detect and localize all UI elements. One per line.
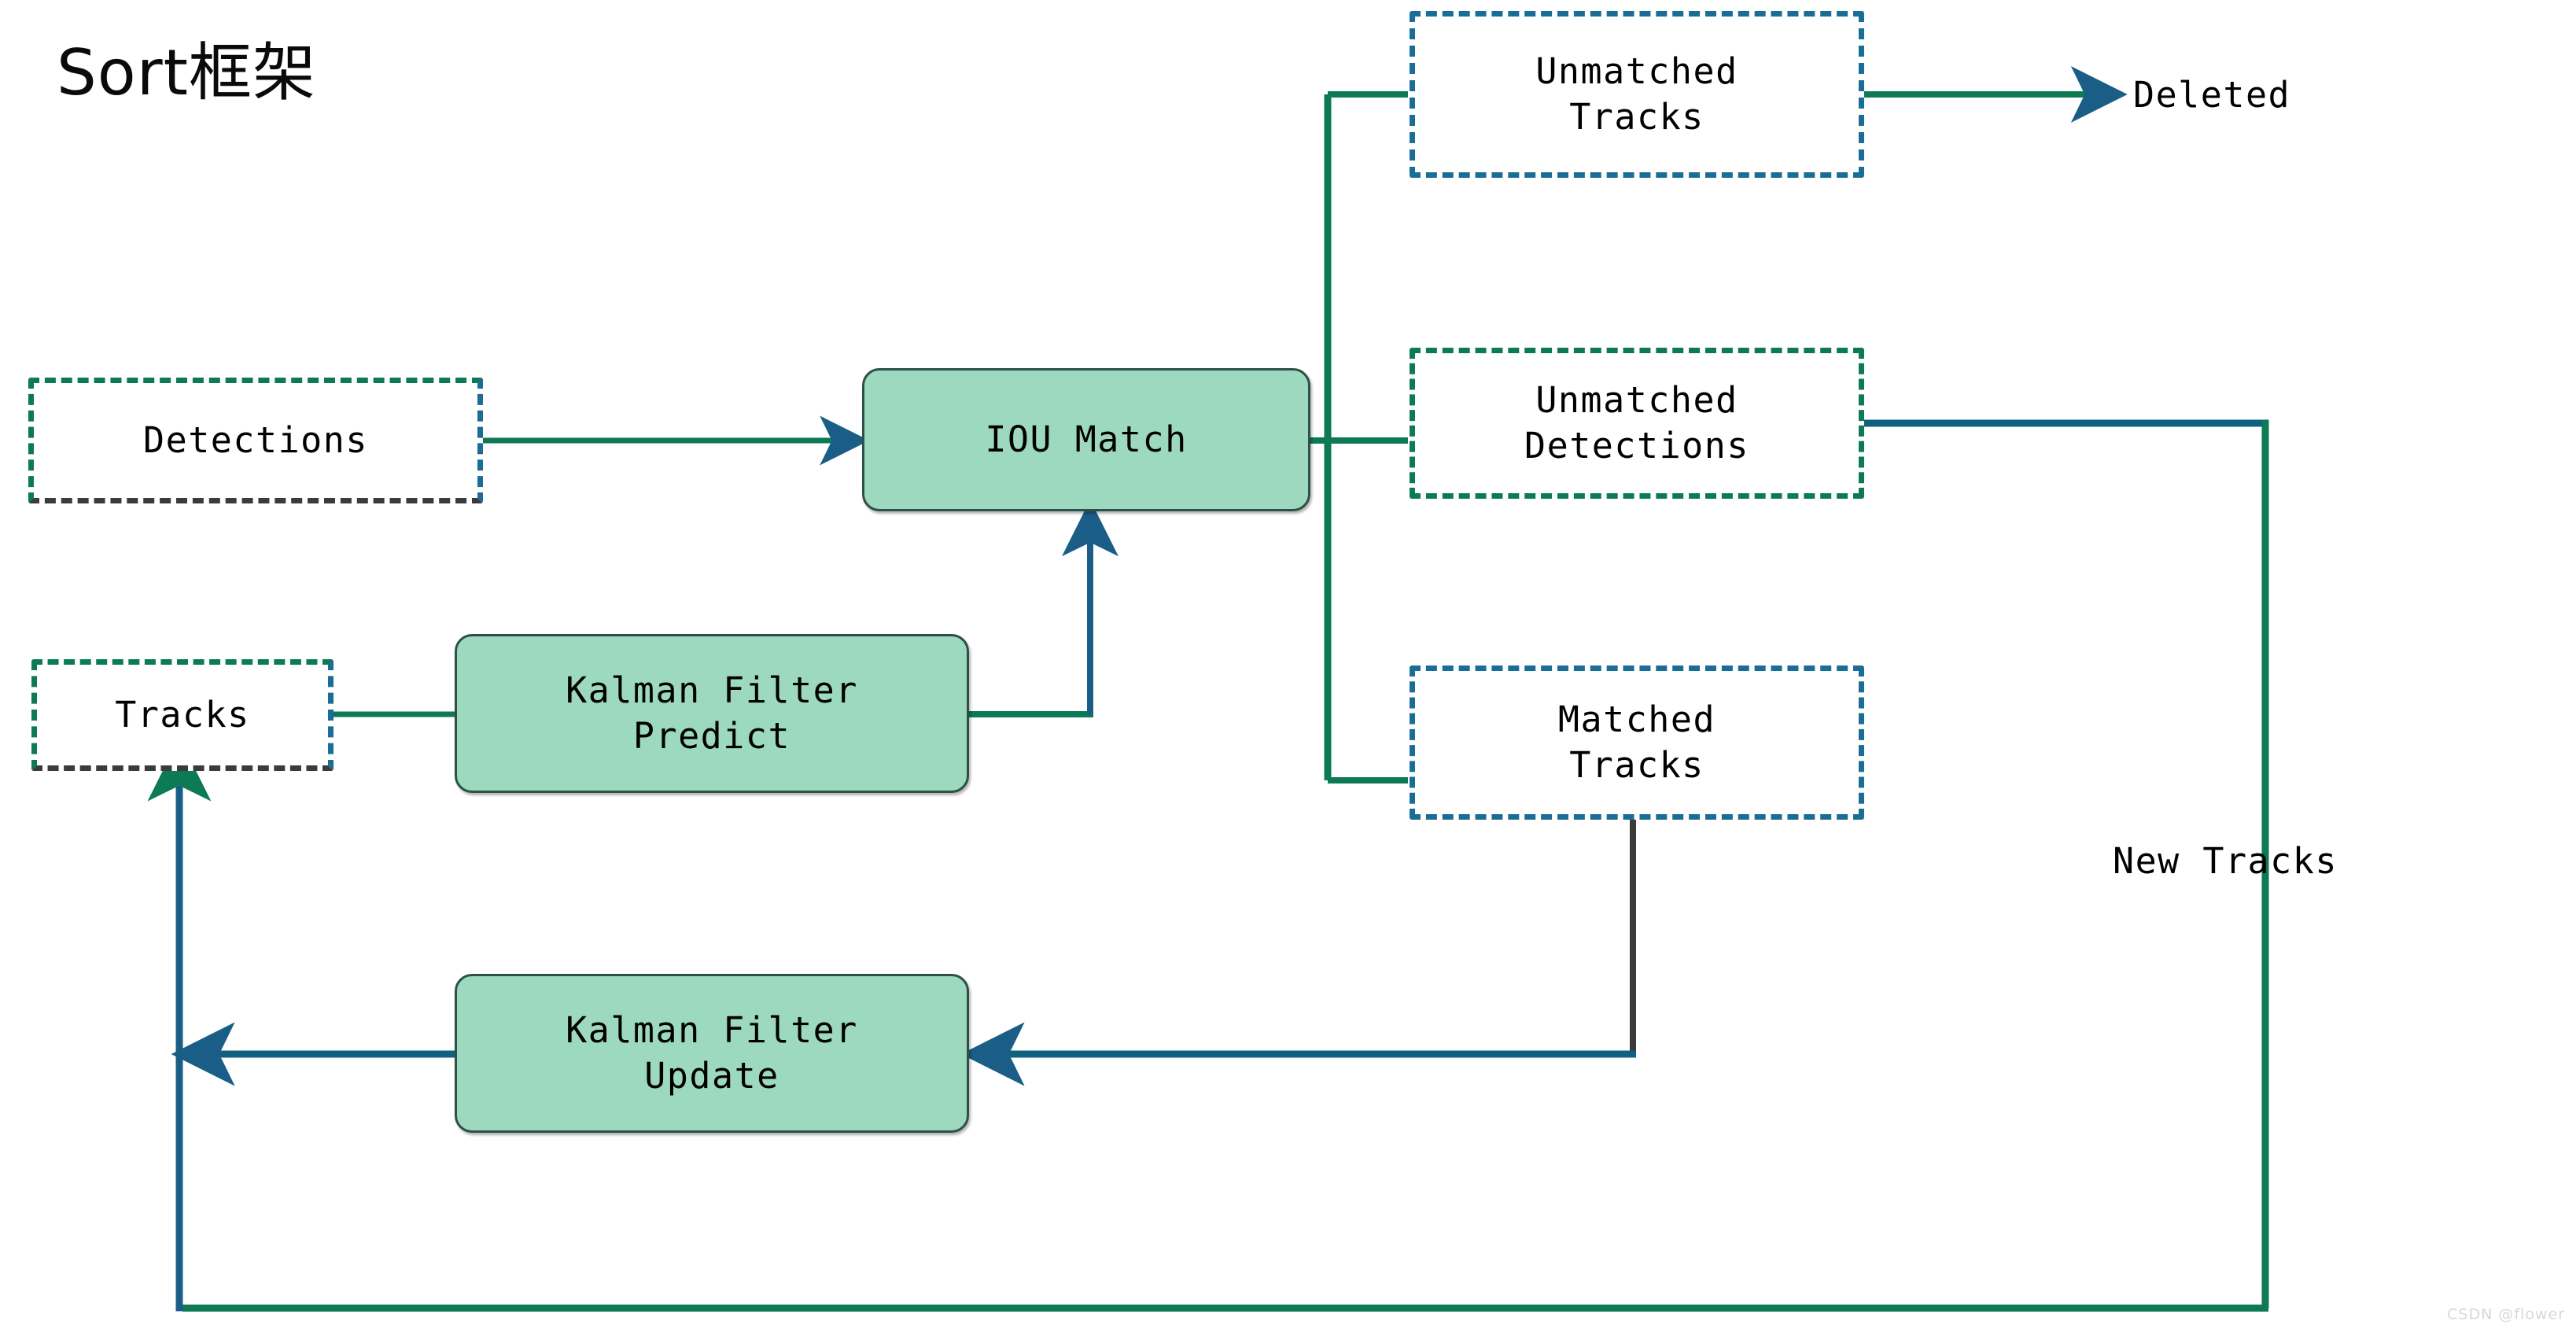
node-iou-match-label: IOU Match <box>985 418 1188 460</box>
edge-matched-tracks-to-kalman-update <box>960 820 1636 1086</box>
node-unmatched-detections-label: Unmatched Detections <box>1524 378 1749 467</box>
node-detections[interactable]: Detections <box>28 378 483 503</box>
page-title: Sort框架 <box>57 36 316 109</box>
edge-iou-match-fanout <box>1310 91 1408 783</box>
edge-kalman-predict-to-iou-match <box>969 500 1118 717</box>
label-deleted: Deleted <box>2133 74 2291 116</box>
node-unmatched-detections[interactable]: Unmatched Detections <box>1410 348 1864 499</box>
node-iou-match[interactable]: IOU Match <box>862 368 1310 511</box>
diagram-canvas: Sort框架 Detections Tracks IOU Match Kalma… <box>0 0 2576 1331</box>
node-kalman-filter-update[interactable]: Kalman Filter Update <box>455 974 969 1133</box>
node-tracks-label: Tracks <box>115 693 250 736</box>
node-kalman-filter-predict[interactable]: Kalman Filter Predict <box>455 634 969 793</box>
node-unmatched-tracks-label: Unmatched Tracks <box>1535 50 1738 138</box>
node-matched-tracks-label: Matched Tracks <box>1557 698 1716 787</box>
watermark: CSDN @flower <box>2447 1306 2565 1323</box>
label-new-tracks: New Tracks <box>2113 840 2338 882</box>
node-tracks[interactable]: Tracks <box>31 659 334 771</box>
node-detections-label: Detections <box>143 418 368 461</box>
node-kalman-filter-predict-label: Kalman Filter Predict <box>566 669 858 758</box>
connector-layer <box>147 66 2269 1312</box>
node-unmatched-tracks[interactable]: Unmatched Tracks <box>1410 11 1864 178</box>
node-matched-tracks[interactable]: Matched Tracks <box>1410 666 1864 820</box>
node-kalman-filter-update-label: Kalman Filter Update <box>566 1008 858 1097</box>
